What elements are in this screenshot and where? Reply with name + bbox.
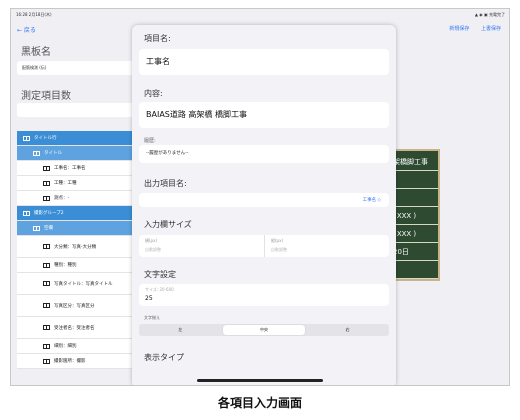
- tree-row-label: 工種：工種: [54, 181, 77, 186]
- content-label: 内容:: [144, 89, 163, 98]
- status-time: 16:28 2月18日(木): [16, 12, 52, 17]
- item-icon: [43, 303, 50, 308]
- item-icon: [33, 225, 40, 231]
- status-indicators: ▲ ◉ ▣ 充電完了: [474, 12, 505, 17]
- item-icon: [33, 150, 40, 156]
- item-icon: [43, 325, 50, 330]
- width-placeholder: 自動調整: [145, 247, 161, 252]
- font-size-value: 25: [145, 295, 153, 302]
- figure-caption: 各項目入力画面: [217, 396, 302, 410]
- tree-row-label: 受注者名：受注者名: [54, 325, 95, 331]
- item-icon: [43, 358, 50, 364]
- text-align-segmented-control: 左中央右: [139, 324, 389, 336]
- status-bar: 16:28 2月18日(木) ▲ ◉ ▣ 充電完了: [11, 9, 509, 21]
- save-as-new-button[interactable]: 新規保存: [449, 26, 469, 32]
- output-item-value[interactable]: 工事名 ◇: [363, 197, 381, 203]
- height-placeholder: 自動調整: [271, 247, 287, 252]
- font-size-label: サイズ: 20-600: [145, 287, 174, 292]
- item-icon: [43, 262, 50, 268]
- measure-count-label: 測定項目数: [21, 91, 71, 102]
- nav-actions: 新規保存 上書保存: [439, 25, 501, 32]
- input-size-label: 入力欄サイズ: [144, 220, 192, 229]
- history-label: 履歴:: [144, 138, 156, 144]
- width-field[interactable]: 横(px) 自動調整: [139, 235, 264, 257]
- item-icon: [43, 244, 50, 249]
- item-icon: [43, 195, 50, 201]
- tree-row-label: タイトル行: [34, 136, 57, 141]
- output-item-label: 出力項目名:: [144, 179, 187, 188]
- tree-row-label: 細別：細別: [54, 344, 77, 349]
- item-name-label: 項目名:: [144, 34, 171, 43]
- tree-row-label: 撮影グループ2: [34, 211, 64, 216]
- tree-row-label: 測点：-: [54, 196, 70, 201]
- font-size-field[interactable]: サイズ: 20-600 25: [139, 284, 389, 306]
- tree-row-label: 撮影箇所：撮影: [54, 359, 86, 364]
- back-button[interactable]: ← 戻る: [17, 25, 36, 34]
- align-option[interactable]: 右: [306, 324, 389, 336]
- text-align-label: 文字揃え: [144, 315, 160, 320]
- item-icon: [43, 165, 50, 171]
- tree-row-label: 写真タイトル：写真タイトル: [54, 281, 113, 287]
- align-option[interactable]: 左: [139, 324, 222, 336]
- align-option[interactable]: 中央: [222, 325, 306, 335]
- item-icon: [23, 210, 30, 216]
- item-name-value: 工事名: [146, 57, 170, 66]
- content-field[interactable]: BAIAS道路 高架橋 橋脚工事: [139, 102, 389, 128]
- item-name-field[interactable]: 工事名: [139, 49, 389, 75]
- item-icon: [43, 180, 50, 186]
- display-type-label: 表示タイプ: [144, 353, 184, 362]
- tree-row-label: 写真区分：写真区分: [54, 303, 95, 309]
- content-value: BAIAS道路 高架橋 橋脚工事: [146, 110, 247, 119]
- item-edit-sheet: 項目名: 工事名 内容: BAIAS道路 高架橋 橋脚工事 履歴: --履歴があ…: [132, 25, 396, 385]
- item-icon: [23, 135, 30, 141]
- tree-row-label: 空欄: [44, 226, 53, 231]
- text-settings-label: 文字設定: [144, 270, 176, 279]
- history-value: --履歴がありません--: [146, 151, 189, 156]
- height-label: 縦(px): [271, 238, 284, 243]
- tree-row-label: 大分類：写真-大分類: [54, 244, 97, 250]
- height-field[interactable]: 縦(px) 自動調整: [264, 235, 389, 257]
- tree-row-label: タイトル: [44, 151, 62, 156]
- input-size-fields: 横(px) 自動調整 縦(px) 自動調整: [139, 235, 389, 257]
- font-size-group: サイズ: 20-600 25: [139, 284, 389, 302]
- ipad-screen: 16:28 2月18日(木) ▲ ◉ ▣ 充電完了 ← 戻る 新規保存 上書保存…: [10, 8, 510, 386]
- board-name-label: 黒板名: [21, 47, 51, 58]
- tree-row-label: 種別：種別: [54, 263, 77, 268]
- output-item-select[interactable]: 工事名 ◇: [139, 193, 389, 207]
- history-select[interactable]: --履歴がありません--: [139, 145, 389, 163]
- width-label: 横(px): [145, 238, 158, 243]
- overwrite-save-button[interactable]: 上書保存: [481, 26, 501, 32]
- home-indicator: [197, 379, 323, 382]
- tree-row-label: 工事名：工事名: [54, 166, 86, 171]
- item-icon: [43, 343, 50, 349]
- item-icon: [43, 281, 50, 286]
